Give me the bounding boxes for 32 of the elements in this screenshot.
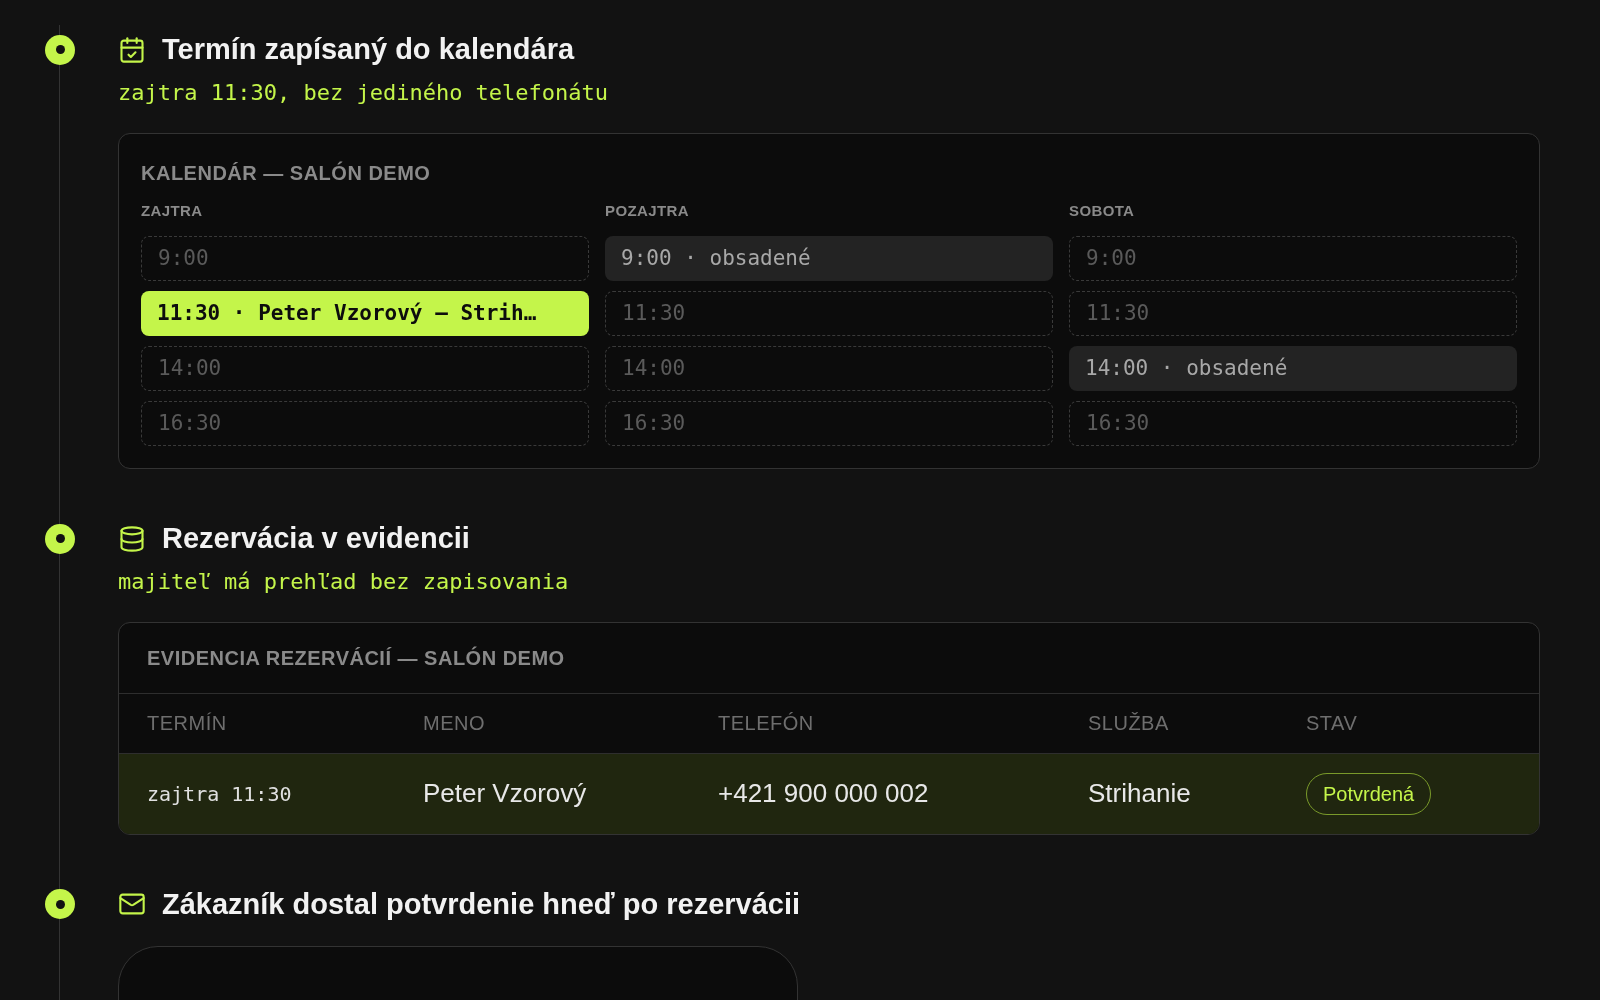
free-slot[interactable]: 9:00 <box>1069 236 1517 281</box>
column-header: TERMÍN <box>147 711 228 736</box>
step-subtitle: zajtra 11:30, bez jediného telefonátu <box>118 78 610 107</box>
day-label: SOBOTA <box>1069 200 1136 221</box>
column-header: SLUŽBA <box>1088 711 1170 736</box>
column-header: STAV <box>1306 711 1359 736</box>
day-label: ZAJTRA <box>141 200 204 221</box>
occupied-slot: 14:00 · obsadené <box>1069 346 1517 391</box>
table-cell-text: +421 900 000 002 <box>718 777 930 810</box>
free-slot[interactable]: 9:00 <box>141 236 589 281</box>
free-slot[interactable]: 14:00 <box>605 346 1053 391</box>
step-title: Termín zapísaný do kalendára <box>162 32 575 67</box>
free-slot[interactable]: 16:30 <box>141 401 589 446</box>
free-slot[interactable]: 14:00 <box>141 346 589 391</box>
column-header: MENO <box>423 711 486 736</box>
table-row[interactable]: zajtra 11:30 Peter Vzorový +421 900 000 002 Strihanie Potvrdená <box>119 753 1539 834</box>
free-slot[interactable]: 16:30 <box>605 401 1053 446</box>
free-slot[interactable]: 11:30 <box>605 291 1053 336</box>
step-title: Rezervácia v evidencii <box>162 521 470 556</box>
card-title: KALENDÁR — SALÓN DEMO <box>141 160 432 186</box>
step-subtitle: majiteľ má prehľad bez zapisovania <box>118 567 570 596</box>
step-title: Zákazník dostal potvrdenie hneď po rezervácii <box>162 886 801 922</box>
column-header: TELEFÓN <box>718 711 815 736</box>
free-slot[interactable]: 11:30 <box>1069 291 1517 336</box>
table-cell-text: Strihanie <box>1088 777 1192 810</box>
occupied-slot: 9:00 · obsadené <box>605 236 1053 281</box>
card-title: EVIDENCIA REZERVÁCIÍ — SALÓN DEMO <box>119 622 1539 694</box>
table-cell-text: zajtra 11:30 <box>147 780 293 808</box>
booked-slot[interactable]: 11:30 · Peter Vzorový — Strih… <box>141 291 589 336</box>
free-slot[interactable]: 16:30 <box>1069 401 1517 446</box>
day-label: POZAJTRA <box>605 200 690 221</box>
table-cell-text: Peter Vzorový <box>423 777 588 810</box>
